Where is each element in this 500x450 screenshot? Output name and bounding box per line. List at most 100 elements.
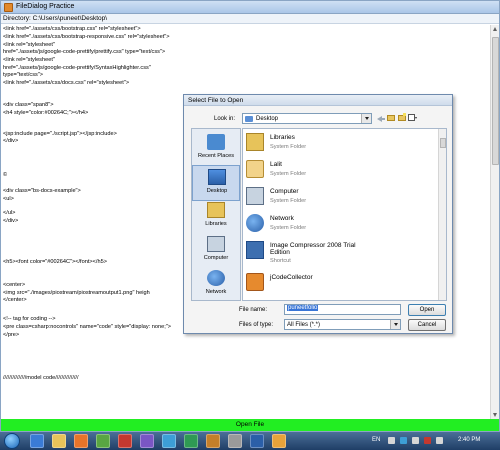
volume-icon[interactable] bbox=[412, 437, 419, 444]
network-icon bbox=[207, 270, 225, 286]
file-list-scrollbar[interactable] bbox=[438, 129, 446, 300]
file-item[interactable]: Image Compressor 2008 Trial Edition Shortc… bbox=[243, 239, 438, 264]
file-type: Shortcut bbox=[270, 258, 291, 264]
directory-bar: Directory: C:\Users\puneet\Desktop\ bbox=[1, 14, 499, 24]
place-computer[interactable]: Computer bbox=[192, 233, 240, 269]
code-line: <ul> bbox=[3, 196, 14, 202]
look-in-value: Desktop bbox=[256, 115, 279, 122]
view-dropdown-arrow-icon bbox=[415, 117, 417, 119]
up-one-level-button[interactable] bbox=[386, 113, 396, 123]
code-line: href="./assets/js/google-code-prettify/S… bbox=[3, 65, 151, 71]
file-list[interactable]: Libraries System Folder Lalit System Folder… bbox=[242, 128, 447, 301]
place-recent-places[interactable]: Recent Places bbox=[192, 131, 240, 167]
app-icon-purple[interactable] bbox=[140, 434, 154, 448]
action-center-icon[interactable] bbox=[436, 437, 443, 444]
code-line: <link rel="stylesheet" bbox=[3, 42, 55, 48]
file-item[interactable]: Network System Folder bbox=[243, 212, 438, 237]
file-name-input[interactable]: puneetfolio bbox=[284, 304, 401, 315]
back-arrow-shaft bbox=[381, 118, 385, 120]
place-desktop[interactable]: Desktop bbox=[192, 165, 240, 201]
code-line: <link href="./assets/css/docs.css" rel="… bbox=[3, 80, 130, 86]
network-tray-icon[interactable] bbox=[400, 437, 407, 444]
excel-icon[interactable] bbox=[184, 434, 198, 448]
look-in-label: Look in: bbox=[214, 116, 236, 122]
file-name-label: File name: bbox=[239, 307, 268, 313]
new-folder-spark bbox=[403, 113, 406, 116]
computer-icon bbox=[246, 187, 264, 205]
places-bar: Recent Places Desktop Libraries Computer Net… bbox=[191, 128, 241, 301]
code-line: ///////////////model code/////////////// bbox=[3, 375, 79, 381]
code-line: <h4 style="color:#00264C;"></h4> bbox=[3, 110, 89, 116]
place-label: Recent Places bbox=[197, 153, 235, 159]
place-label: Libraries bbox=[205, 221, 227, 227]
scroll-up-arrow-icon[interactable] bbox=[493, 27, 497, 31]
jcodecollector-icon bbox=[246, 273, 264, 291]
start-button[interactable] bbox=[4, 433, 20, 449]
code-line: <div class="span8"> bbox=[3, 102, 54, 108]
show-hidden-icons-icon[interactable] bbox=[388, 437, 395, 444]
app-icon-gray[interactable] bbox=[228, 434, 242, 448]
libraries-icon bbox=[246, 133, 264, 151]
java-icon[interactable] bbox=[206, 434, 220, 448]
word-icon[interactable] bbox=[250, 434, 264, 448]
directory-label: Directory: C:\Users\puneet\Desktop\ bbox=[3, 15, 108, 22]
network-icon bbox=[246, 214, 264, 232]
file-type: System Folder bbox=[270, 144, 307, 150]
user-folder-icon bbox=[246, 160, 264, 178]
view-list-icon bbox=[408, 114, 415, 121]
files-of-type-combobox[interactable]: All Files (*.*) bbox=[284, 319, 401, 330]
place-network[interactable]: Network bbox=[192, 267, 240, 303]
chrome-icon[interactable] bbox=[96, 434, 110, 448]
scroll-thumb[interactable] bbox=[492, 37, 499, 165]
dialog-title-bar[interactable]: Select File to Open bbox=[184, 95, 452, 106]
filedialog-app-icon[interactable] bbox=[272, 434, 286, 448]
file-item[interactable]: Lalit System Folder bbox=[243, 158, 438, 183]
file-item[interactable]: Computer System Folder bbox=[243, 185, 438, 210]
file-item[interactable]: Libraries System Folder bbox=[243, 131, 438, 156]
clock[interactable]: 2:40 PM bbox=[458, 437, 480, 443]
open-button[interactable]: Open bbox=[408, 304, 446, 316]
file-name: Network bbox=[270, 215, 294, 222]
code-line: <img src="./images/piostream/piostreamou… bbox=[3, 290, 150, 296]
title-bar[interactable]: FileDialog Practice bbox=[1, 1, 499, 14]
app-icon bbox=[4, 3, 13, 12]
ie-icon[interactable] bbox=[30, 434, 44, 448]
file-type: System Folder bbox=[270, 225, 307, 231]
new-folder-button[interactable] bbox=[397, 113, 407, 123]
look-in-combobox[interactable]: Desktop bbox=[242, 113, 372, 124]
code-line: <link href="./assets/css/bootstrap.css" … bbox=[3, 26, 141, 32]
files-of-type-label: Files of type: bbox=[239, 322, 274, 328]
open-file-button[interactable]: Open File bbox=[1, 419, 499, 431]
place-libraries[interactable]: Libraries bbox=[192, 199, 240, 235]
file-type: System Folder bbox=[270, 198, 307, 204]
place-label: Computer bbox=[203, 255, 229, 261]
chevron-down-icon bbox=[393, 323, 398, 326]
scroll-down-arrow-icon[interactable] bbox=[493, 413, 497, 417]
back-button[interactable] bbox=[376, 113, 386, 123]
file-chooser-dialog: Select File to Open Look in: Desktop Rec… bbox=[183, 94, 453, 334]
firefox-icon[interactable] bbox=[74, 434, 88, 448]
language-indicator[interactable]: EN bbox=[372, 437, 380, 443]
code-line: </div> bbox=[3, 138, 19, 144]
media-player-icon[interactable] bbox=[118, 434, 132, 448]
cancel-button[interactable]: Cancel bbox=[408, 319, 446, 331]
vertical-scrollbar[interactable] bbox=[490, 25, 499, 419]
code-line: © bbox=[3, 172, 8, 178]
files-of-type-value: All Files (*.*) bbox=[287, 321, 321, 328]
libraries-icon bbox=[207, 202, 225, 218]
file-list-scroll-thumb[interactable] bbox=[440, 138, 446, 148]
file-name: Image Compressor 2008 Trial bbox=[270, 242, 356, 249]
explorer-icon[interactable] bbox=[52, 434, 66, 448]
code-line: <jsp:include page="./script.jsp"></jsp:i… bbox=[3, 131, 117, 137]
view-menu-button[interactable] bbox=[408, 113, 418, 123]
look-in-dropdown-button[interactable] bbox=[361, 114, 371, 123]
code-line: <link rel="stylesheet" bbox=[3, 57, 55, 63]
tray-app-icon[interactable] bbox=[424, 437, 431, 444]
app-icon-blue[interactable] bbox=[162, 434, 176, 448]
taskbar: EN 2:40 PM bbox=[0, 432, 500, 450]
code-line: <link href="./assets/css/bootstrap-respo… bbox=[3, 34, 170, 40]
file-name-value: puneetfolio bbox=[287, 305, 319, 311]
file-item[interactable]: jCodeCollector bbox=[243, 271, 438, 296]
files-of-type-dropdown-button[interactable] bbox=[390, 320, 400, 329]
code-line: <h5><font color="#00264C"></font></h5> bbox=[3, 259, 107, 265]
